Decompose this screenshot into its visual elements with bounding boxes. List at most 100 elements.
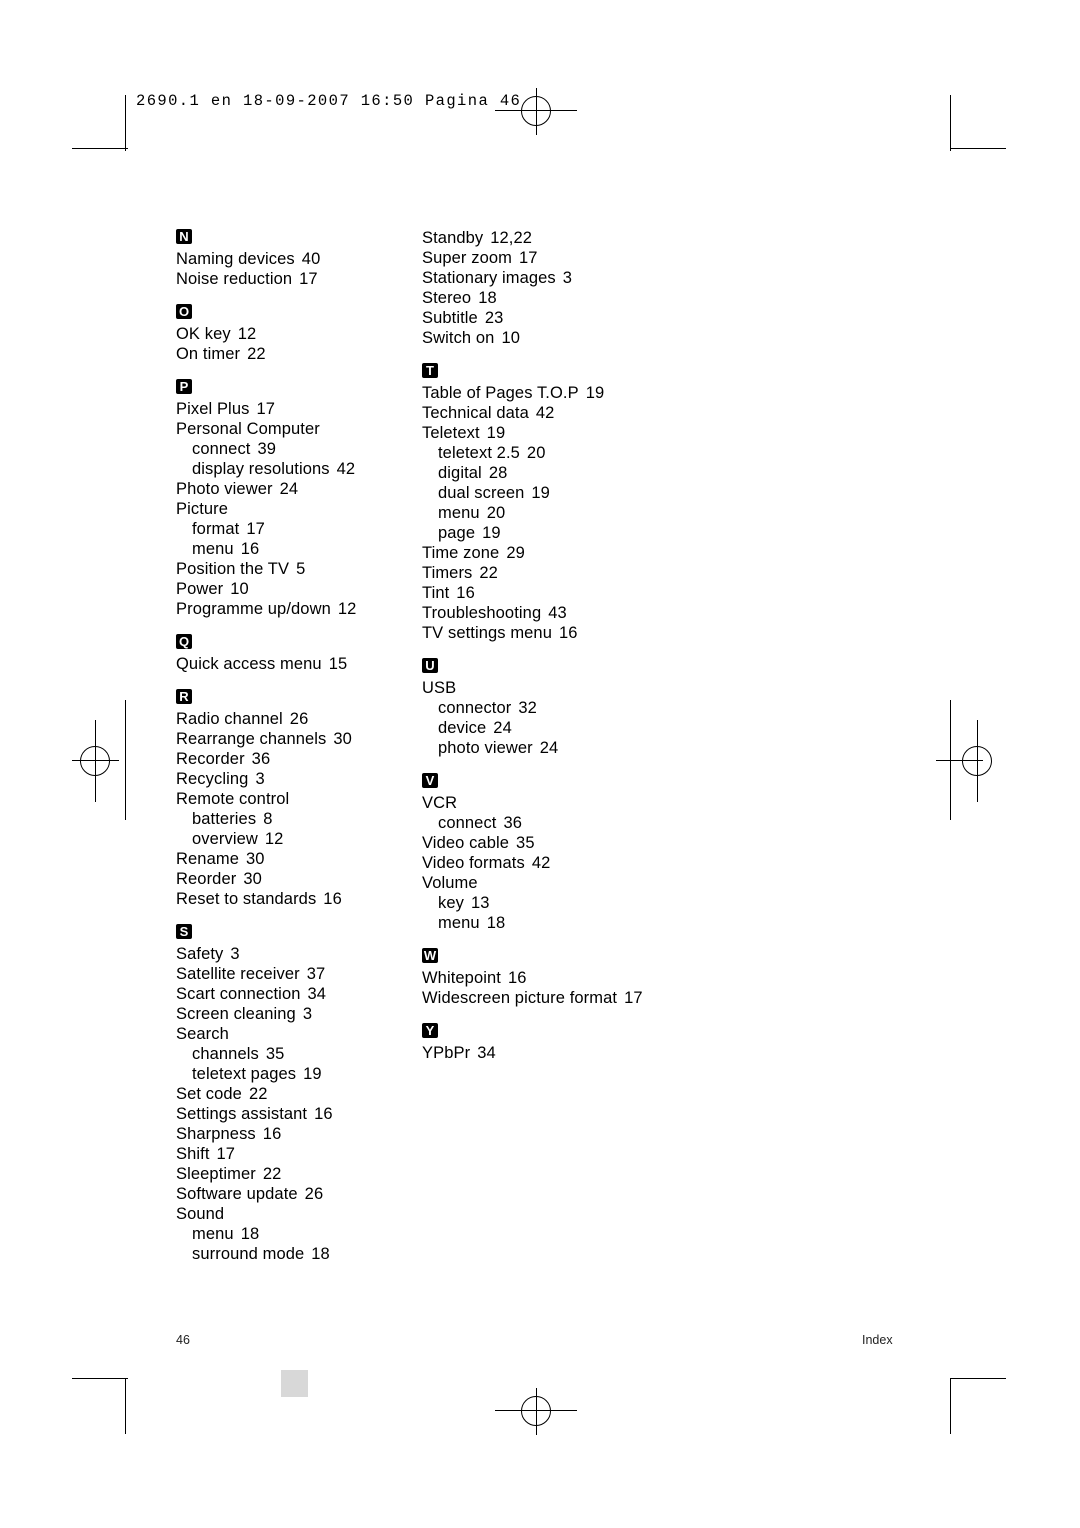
- index-entry[interactable]: Pixel Plus 17: [176, 399, 421, 419]
- index-entry-page: 12: [337, 600, 357, 618]
- index-entry[interactable]: Super zoom 17: [422, 248, 667, 268]
- index-entry[interactable]: Rearrange channels 30: [176, 729, 421, 749]
- index-entry[interactable]: Safety 3: [176, 944, 421, 964]
- index-entry[interactable]: Settings assistant 16: [176, 1104, 421, 1124]
- index-entry[interactable]: VCR: [422, 793, 667, 813]
- index-subentry[interactable]: page 19: [422, 523, 667, 543]
- index-entry[interactable]: Set code 22: [176, 1084, 421, 1104]
- index-entry[interactable]: On timer 22: [176, 344, 421, 364]
- index-entry[interactable]: Tint 16: [422, 583, 667, 603]
- index-entry-text: Settings assistant: [176, 1105, 308, 1123]
- index-entry[interactable]: Noise reduction 17: [176, 269, 421, 289]
- index-entry[interactable]: Teletext 19: [422, 423, 667, 443]
- index-subentry[interactable]: device 24: [422, 718, 667, 738]
- index-entry[interactable]: Reorder 30: [176, 869, 421, 889]
- index-subentry[interactable]: menu 18: [176, 1224, 421, 1244]
- index-entry[interactable]: Quick access menu 15: [176, 654, 421, 674]
- index-entry[interactable]: Scart connection 34: [176, 984, 421, 1004]
- index-entry[interactable]: TV settings menu 16: [422, 623, 667, 643]
- index-entry-page: 16: [314, 1105, 333, 1123]
- index-entry[interactable]: Photo viewer 24: [176, 479, 421, 499]
- index-entry[interactable]: Video formats 42: [422, 853, 667, 873]
- index-letter-badge: R: [176, 689, 192, 704]
- index-subentry[interactable]: menu 16: [176, 539, 421, 559]
- index-entry-page: 43: [548, 604, 567, 622]
- index-entry[interactable]: Table of Pages T.O.P 19: [422, 383, 667, 403]
- index-subentry[interactable]: menu 20: [422, 503, 667, 523]
- index-entry-page: 26: [289, 710, 309, 728]
- index-entry-page: 12: [264, 830, 284, 848]
- index-entry[interactable]: Programme up/down 12: [176, 599, 421, 619]
- index-entry-text: Pixel Plus: [176, 400, 250, 418]
- index-entry[interactable]: Remote control: [176, 789, 421, 809]
- index-subentry[interactable]: connect 39: [176, 439, 421, 459]
- index-entry-text: photo viewer: [438, 739, 533, 757]
- index-entry[interactable]: YPbPr 34: [422, 1043, 667, 1063]
- index-entry[interactable]: Recorder 36: [176, 749, 421, 769]
- index-entry[interactable]: Timers 22: [422, 563, 667, 583]
- index-entry-page: 13: [470, 894, 490, 912]
- index-entry-text: dual screen: [438, 484, 525, 502]
- index-entry[interactable]: Search: [176, 1024, 421, 1044]
- index-entry[interactable]: Troubleshooting 43: [422, 603, 667, 623]
- index-entry[interactable]: Sleeptimer 22: [176, 1164, 421, 1184]
- index-letter-heading: N: [176, 228, 421, 244]
- index-entry-text: connect: [192, 440, 251, 458]
- index-subentry[interactable]: teletext pages 19: [176, 1064, 421, 1084]
- index-entry[interactable]: Power 10: [176, 579, 421, 599]
- index-entry-text: teletext 2.5: [438, 444, 520, 462]
- index-entry[interactable]: Stereo 18: [422, 288, 667, 308]
- index-subentry[interactable]: channels 35: [176, 1044, 421, 1064]
- index-entry[interactable]: Switch on 10: [422, 328, 667, 348]
- index-entry[interactable]: Time zone 29: [422, 543, 667, 563]
- index-entry-text: Radio channel: [176, 710, 283, 728]
- index-entry[interactable]: Stationary images 3: [422, 268, 667, 288]
- index-entry[interactable]: Screen cleaning 3: [176, 1004, 421, 1024]
- index-entry[interactable]: Sharpness 16: [176, 1124, 421, 1144]
- index-entry[interactable]: Video cable 35: [422, 833, 667, 853]
- print-colour-patch: [281, 1370, 308, 1397]
- index-entry[interactable]: Subtitle 23: [422, 308, 667, 328]
- index-entry[interactable]: Technical data 42: [422, 403, 667, 423]
- index-subentry[interactable]: surround mode 18: [176, 1244, 421, 1264]
- index-entry[interactable]: USB: [422, 678, 667, 698]
- index-entry-page: 3: [562, 269, 573, 287]
- index-entry[interactable]: Software update 26: [176, 1184, 421, 1204]
- index-subentry[interactable]: key 13: [422, 893, 667, 913]
- index-subentry[interactable]: dual screen 19: [422, 483, 667, 503]
- index-entry[interactable]: Reset to standards 16: [176, 889, 421, 909]
- index-entry[interactable]: Naming devices 40: [176, 249, 421, 269]
- index-entry[interactable]: Radio channel 26: [176, 709, 421, 729]
- index-entry-page: 18: [486, 914, 506, 932]
- index-entry-page: 17: [299, 270, 318, 288]
- index-subentry[interactable]: teletext 2.5 20: [422, 443, 667, 463]
- index-entry-text: Volume: [422, 874, 478, 892]
- index-entry-page: 37: [306, 965, 326, 983]
- index-subentry[interactable]: format 17: [176, 519, 421, 539]
- index-subentry[interactable]: connect 36: [422, 813, 667, 833]
- index-entry[interactable]: OK key 12: [176, 324, 421, 344]
- index-entry[interactable]: Picture: [176, 499, 421, 519]
- index-entry[interactable]: Rename 30: [176, 849, 421, 869]
- index-entry[interactable]: Satellite receiver 37: [176, 964, 421, 984]
- index-entry-page: 3: [302, 1005, 313, 1023]
- index-entry[interactable]: Recycling 3: [176, 769, 421, 789]
- index-entry[interactable]: Shift 17: [176, 1144, 421, 1164]
- index-subentry[interactable]: connector 32: [422, 698, 667, 718]
- index-subentry[interactable]: batteries 8: [176, 809, 421, 829]
- index-entry[interactable]: Personal Computer: [176, 419, 421, 439]
- index-subentry[interactable]: menu 18: [422, 913, 667, 933]
- index-subentry[interactable]: photo viewer 24: [422, 738, 667, 758]
- index-entry[interactable]: Position the TV 5: [176, 559, 421, 579]
- index-entry[interactable]: Standby 12,22: [422, 228, 667, 248]
- index-entry[interactable]: Whitepoint 16: [422, 968, 667, 988]
- index-entry-page: 30: [245, 850, 265, 868]
- index-subentry[interactable]: display resolutions 42: [176, 459, 421, 479]
- index-subentry[interactable]: overview 12: [176, 829, 421, 849]
- index-entry-page: 34: [307, 985, 327, 1003]
- index-entry[interactable]: Widescreen picture format 17: [422, 988, 667, 1008]
- index-subentry[interactable]: digital 28: [422, 463, 667, 483]
- index-entry[interactable]: Volume: [422, 873, 667, 893]
- index-entry-page: 22: [479, 564, 498, 582]
- index-entry[interactable]: Sound: [176, 1204, 421, 1224]
